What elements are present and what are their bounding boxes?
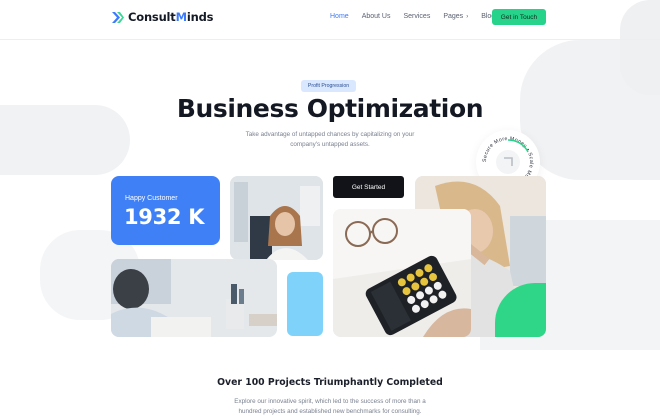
chevron-right-icon: ›: [466, 14, 469, 20]
office-woman-photo: [230, 176, 323, 260]
brand-logo[interactable]: ConsultMinds: [111, 10, 213, 24]
logo-icon: [111, 11, 124, 24]
brand-name-accent: M: [175, 10, 187, 24]
get-started-button[interactable]: Get Started: [333, 176, 404, 198]
projects-description: Explore our innovative spirit, which led…: [234, 398, 426, 415]
meeting-illustration: [111, 259, 277, 337]
hero-subtitle: Take advantage of untapped chances by ca…: [245, 131, 415, 148]
get-in-touch-button[interactable]: Get in Touch: [492, 9, 546, 25]
hero-title: Business Optimization: [176, 94, 484, 123]
projects-heading: Over 100 Projects Triumphantly Completed: [217, 377, 443, 388]
calculator-illustration: [333, 209, 471, 337]
hero-tag: Profit Progression: [301, 80, 356, 92]
nav-item-pages[interactable]: Pages ›: [443, 13, 468, 20]
nav-item-home[interactable]: Home: [330, 13, 349, 20]
nav-item-services[interactable]: Services: [403, 13, 430, 20]
nav-item-about[interactable]: About Us: [362, 13, 391, 20]
brand-name-part: inds: [186, 10, 214, 24]
brand-name: ConsultMinds: [128, 10, 213, 24]
stat-value: 1932 K: [124, 205, 205, 229]
meeting-photo: [111, 259, 277, 337]
top-navigation: ConsultMinds Home About Us Services Page…: [0, 0, 660, 40]
decorative-cyan-card: [287, 272, 323, 336]
calculator-photo: [333, 209, 471, 337]
happy-customer-card: Happy Customer 1932 K: [111, 176, 220, 245]
brand-name-part: Consult: [128, 10, 176, 24]
nav-item-pages-label: Pages: [443, 13, 464, 20]
main-menu: Home About Us Services Pages › Blog: [330, 13, 495, 20]
stat-label: Happy Customer: [125, 195, 178, 202]
office-woman-illustration: [230, 176, 323, 260]
